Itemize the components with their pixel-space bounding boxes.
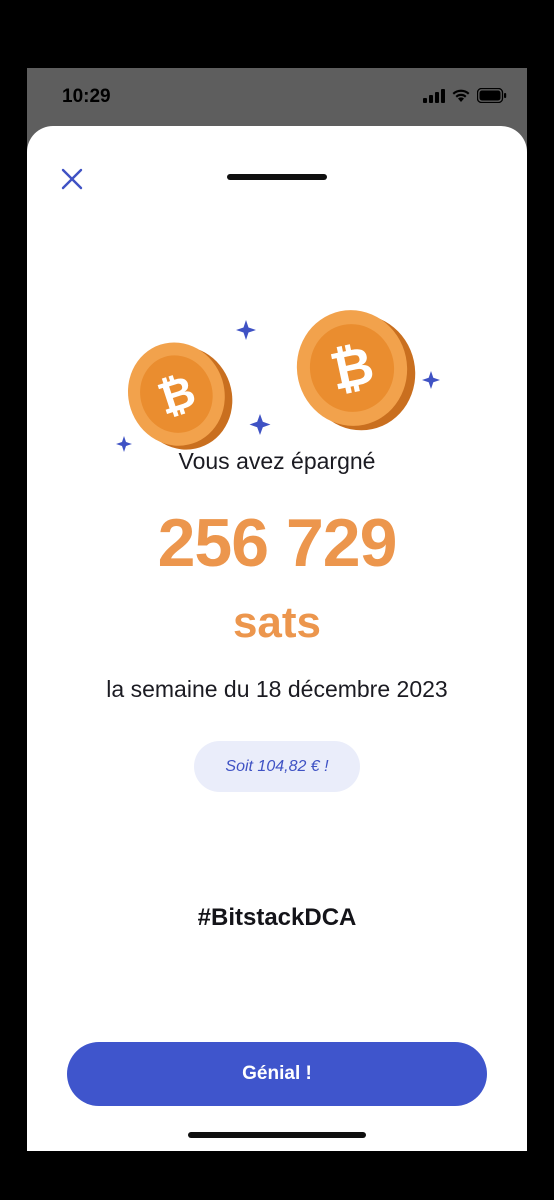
sparkle-icon bbox=[249, 414, 271, 435]
signal-icon bbox=[423, 88, 445, 103]
bitcoin-coins-illustration: ₿ ₿ bbox=[116, 310, 440, 452]
sparkle-icon bbox=[236, 320, 256, 340]
fiat-equivalent-badge: Soit 104,82 € ! bbox=[194, 741, 360, 792]
great-button[interactable]: Génial ! bbox=[67, 1042, 487, 1106]
phone-screen: 10:29 ₿ ₿ Vous avez épargné 256 729 sats… bbox=[27, 68, 527, 1151]
home-indicator bbox=[188, 1132, 366, 1138]
status-icons bbox=[423, 88, 507, 103]
wifi-icon bbox=[452, 89, 470, 102]
sheet-grabber[interactable] bbox=[227, 174, 327, 180]
savings-amount: 256 729 bbox=[157, 505, 398, 581]
status-time: 10:29 bbox=[62, 86, 111, 107]
sparkle-icon bbox=[422, 371, 440, 389]
bitcoin-coin-right: ₿ bbox=[296, 310, 416, 431]
close-button[interactable] bbox=[59, 166, 85, 192]
close-icon bbox=[61, 168, 83, 190]
bitcoin-coin-left: ₿ bbox=[127, 342, 233, 450]
hashtag-label: #BitstackDCA bbox=[197, 904, 357, 931]
savings-unit: sats bbox=[232, 598, 322, 647]
bottom-sheet: ₿ ₿ Vous avez épargné 256 729 sats la se… bbox=[27, 126, 527, 1151]
savings-headline: Vous avez épargné bbox=[178, 448, 376, 474]
battery-icon bbox=[477, 88, 507, 103]
savings-period: la semaine du 18 décembre 2023 bbox=[106, 676, 448, 702]
